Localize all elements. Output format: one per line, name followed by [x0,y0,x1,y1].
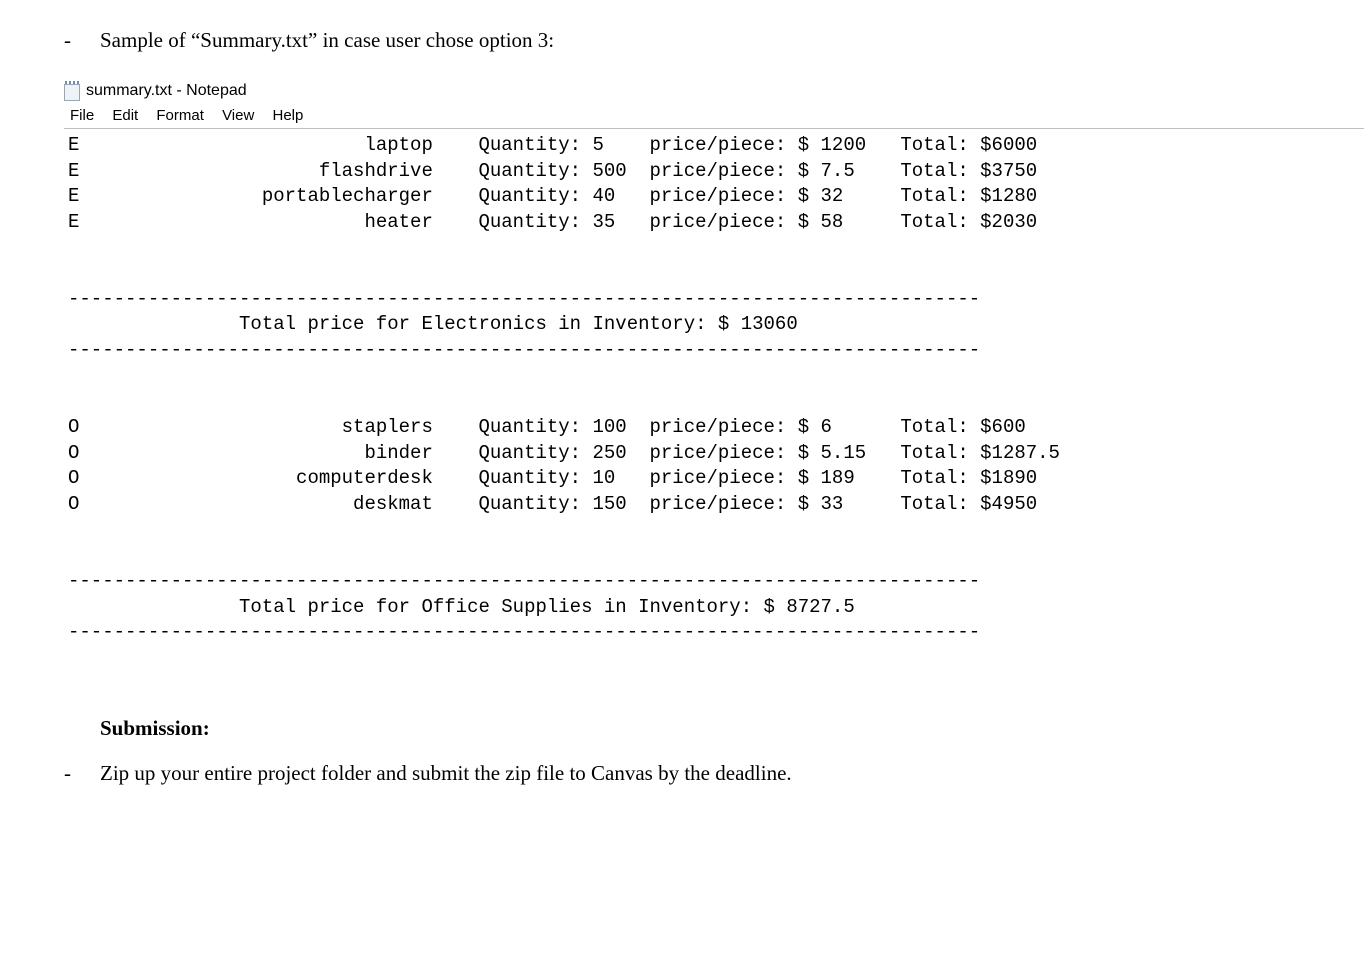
menu-file[interactable]: File [66,105,104,126]
submission-bullet-row: - Zip up your entire project folder and … [64,761,1364,786]
notepad-titlebar: summary.txt - Notepad [64,81,1364,101]
menu-view[interactable]: View [218,105,264,126]
notepad-icon [64,81,80,101]
submission-text: Zip up your entire project folder and su… [100,761,792,786]
notepad-window: summary.txt - Notepad File Edit Format V… [64,81,1364,646]
notepad-menubar: File Edit Format View Help [64,105,1364,129]
intro-text: Sample of “Summary.txt” in case user cho… [100,28,554,53]
bullet-dash: - [64,761,100,786]
intro-bullet-row: - Sample of “Summary.txt” in case user c… [64,28,1364,53]
bullet-dash: - [64,28,100,53]
notepad-content[interactable]: E laptop Quantity: 5 price/piece: $ 1200… [64,129,1364,646]
submission-heading: Submission: [100,716,1364,741]
menu-edit[interactable]: Edit [108,105,148,126]
menu-format[interactable]: Format [152,105,214,126]
menu-help[interactable]: Help [268,105,313,126]
notepad-title: summary.txt - Notepad [86,82,247,100]
document-page: - Sample of “Summary.txt” in case user c… [0,0,1364,956]
